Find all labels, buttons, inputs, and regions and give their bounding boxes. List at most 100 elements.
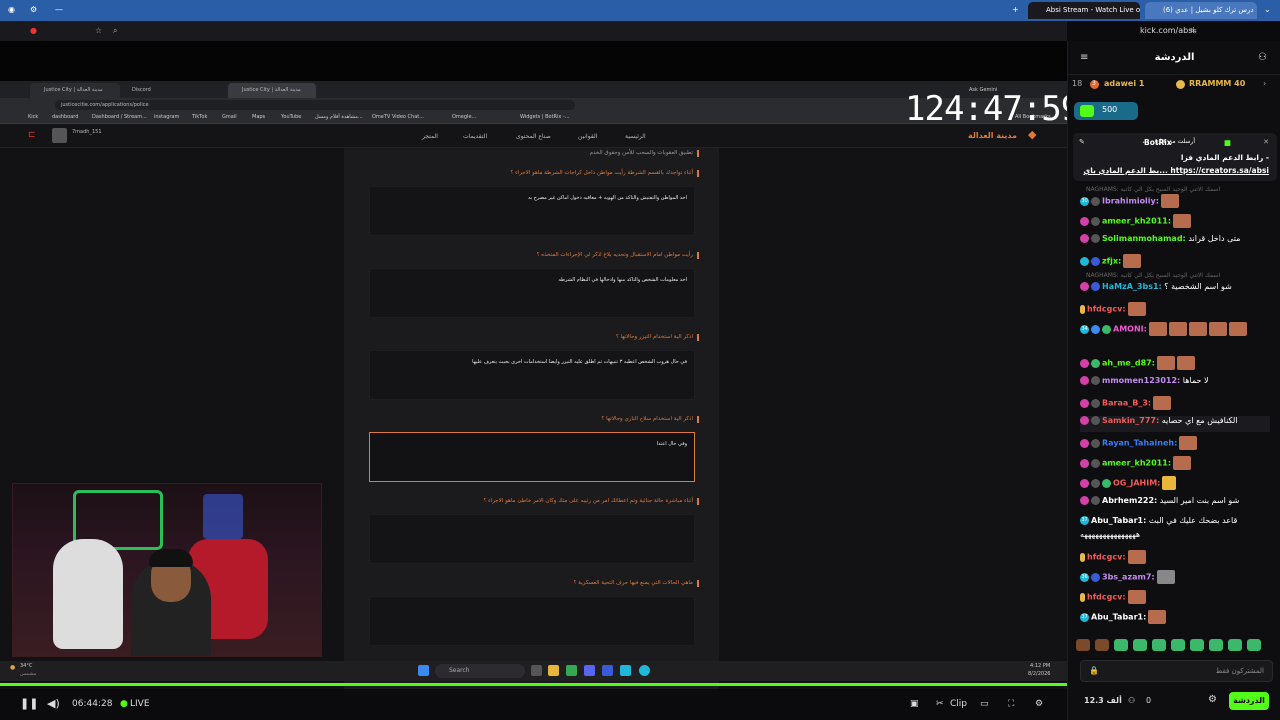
emote-button[interactable]	[1095, 639, 1109, 651]
tab-absi-stream[interactable]: Absi Stream - Watch Live o...	[1028, 2, 1140, 19]
chat-message[interactable]: Baraa_B_3:	[1080, 396, 1172, 412]
url-text[interactable]: kick.com/absi	[1140, 26, 1195, 35]
theater-icon[interactable]: ▭	[980, 699, 989, 709]
chat-message[interactable]: hfdcgcv:	[1080, 302, 1146, 318]
send-chat-button[interactable]: الدردشة	[1229, 692, 1269, 710]
nav-home[interactable]: الرئيسية	[625, 133, 646, 140]
bookmark-item[interactable]: YouTube	[281, 114, 301, 120]
inner-url-field[interactable]: justicecitie.com/applications/police	[55, 100, 575, 110]
inner-tab-discord[interactable]: Discord	[118, 83, 210, 98]
windows-start-icon[interactable]	[418, 665, 429, 676]
bookmark-item[interactable]: TikTok	[192, 114, 207, 120]
live-label[interactable]: LIVE	[130, 699, 150, 709]
nav-applications[interactable]: التقديمات	[463, 133, 487, 140]
bookmark-item[interactable]: مشاهدة أفلام ومسل...	[315, 114, 363, 120]
nav-creators[interactable]: صناع المحتوى	[516, 133, 551, 140]
bookmark-item[interactable]: Kick	[28, 114, 38, 120]
pip-icon[interactable]: ▣	[910, 699, 919, 709]
answer-field[interactable]: اخذ معلومات الشخص والتاكد منها وادخالها …	[369, 268, 695, 318]
inner-tab-justice-active[interactable]: Justice City | مدينة العدالة	[228, 83, 316, 98]
gift-counter[interactable]: 500	[1074, 102, 1138, 120]
tune-icon[interactable]: ⇆	[1190, 26, 1197, 35]
chat-message-hovered[interactable]: Samkin_777: الكنافيش مع اي حصايه	[1080, 416, 1270, 432]
fullscreen-icon[interactable]: ⛶	[1008, 699, 1014, 709]
app-icon[interactable]	[602, 665, 613, 676]
chat-message[interactable]: Rayan_Tahaineh:	[1080, 436, 1198, 452]
bookmark-item[interactable]: Omegle...	[452, 114, 476, 120]
bookmark-item[interactable]: Dashboard / Stream...	[92, 114, 147, 120]
bookmark-item[interactable]: Gmail	[222, 114, 237, 120]
chat-message[interactable]: Abrhem222: شو اسم بنت امير السيد	[1080, 496, 1239, 512]
emote-button[interactable]	[1190, 639, 1204, 651]
minimize-icon[interactable]: —	[55, 5, 63, 14]
chat-message[interactable]: 36 3bs_azam7:	[1080, 570, 1175, 586]
nav-store[interactable]: المتجر	[422, 133, 438, 140]
star-icon[interactable]: ☆	[95, 26, 102, 35]
answer-field[interactable]	[369, 596, 695, 646]
task-view-icon[interactable]	[531, 665, 542, 676]
new-tab-icon[interactable]: +	[1012, 5, 1019, 14]
emote-button[interactable]	[1247, 639, 1261, 651]
chat-message[interactable]: ameer_kh2011:	[1080, 456, 1192, 472]
edge-icon[interactable]	[639, 665, 650, 676]
app-icon[interactable]	[620, 665, 631, 676]
volume-icon[interactable]: ◀)	[47, 697, 60, 710]
chrome-icon[interactable]	[566, 665, 577, 676]
bookmark-item[interactable]: Maps	[252, 114, 265, 120]
answer-field[interactable]	[369, 514, 695, 564]
emote-button[interactable]	[1076, 639, 1090, 651]
logout-icon[interactable]: ⊏	[28, 130, 36, 140]
chat-message[interactable]: HaMzA_3bs1: شو اسم الشخصية ؟	[1080, 282, 1232, 298]
chat-input[interactable]: 🔒 المشتركون فقط	[1080, 660, 1273, 682]
avatar[interactable]	[52, 128, 67, 143]
chat-message[interactable]: ameer_kh2011:	[1080, 214, 1192, 230]
users-icon[interactable]: ⚇	[1258, 52, 1267, 63]
chat-message[interactable]: Solimanmohamad: متى داخل قراند	[1080, 234, 1240, 250]
answer-field-focused[interactable]: وفي حال اعتدا	[369, 432, 695, 482]
window-menu-icon[interactable]: ◉	[8, 5, 15, 14]
chat-message[interactable]: 30 Ibrahimioliy:	[1080, 194, 1179, 210]
next-icon[interactable]: ›	[1263, 79, 1266, 88]
file-explorer-icon[interactable]	[548, 665, 559, 676]
chat-message-continued[interactable]: هههههههههههههههه	[1080, 530, 1140, 546]
stream-progress-bar[interactable]	[0, 683, 1067, 686]
tab-list-icon[interactable]: ⌄	[1264, 5, 1271, 14]
answer-field[interactable]: اخذ المواطن والتفتيش والتاكد من الهويه +…	[369, 186, 695, 236]
emote-button[interactable]	[1114, 639, 1128, 651]
chat-message[interactable]: zfjx:	[1080, 254, 1142, 270]
chat-message[interactable]: OG_JAHIM:	[1080, 476, 1177, 492]
answer-field[interactable]: في حال هروب الشخص اعطيه ٣ تنبيهات ثم اطل…	[369, 350, 695, 400]
chat-message[interactable]: hfdcgcv:	[1080, 590, 1146, 606]
pinned-link[interactable]: https://creators.sa/absi ...بط الدعم الم…	[1083, 166, 1269, 175]
bookmark-item[interactable]: OmeTV Video Chat...	[372, 114, 424, 120]
emote-button[interactable]	[1209, 639, 1223, 651]
chat-message[interactable]: 37 Abu_Tabar1:	[1080, 610, 1167, 626]
site-logo[interactable]: مدينة العدالة	[968, 131, 1017, 140]
taskbar-search[interactable]: Search	[435, 664, 525, 678]
pause-icon[interactable]: ❚❚	[20, 697, 38, 710]
record-icon[interactable]: ⚙	[30, 5, 37, 14]
unpin-icon[interactable]: ✕	[1263, 138, 1269, 146]
search-icon[interactable]: ⌕	[113, 26, 117, 36]
tab-youtube[interactable]: (6) درس ترك كلو بشيل | عدي	[1145, 2, 1257, 19]
pinned-author[interactable]: BotRix	[1144, 138, 1172, 147]
top-gifter[interactable]: RRAMMM 40	[1189, 79, 1245, 88]
emote-button[interactable]	[1152, 639, 1166, 651]
chat-settings-icon[interactable]: ⚙	[1208, 694, 1217, 705]
bookmark-item[interactable]: Widgets | BotRix -...	[520, 114, 570, 120]
settings-icon[interactable]: ⚙	[1035, 699, 1043, 709]
pinned-message[interactable]: ✎ أرسلت من قبل · ■ BotRix - رابط الدعم ا…	[1073, 133, 1277, 181]
chat-message[interactable]: ah_me_d87:	[1080, 356, 1195, 372]
inner-tab-justice[interactable]: Justice City | مدينة العدالة	[30, 83, 120, 98]
bookmark-item[interactable]: instagram	[154, 114, 179, 120]
top-gifter[interactable]: adawei 1	[1104, 79, 1144, 88]
chat-message[interactable]: hfdcgcv:	[1080, 550, 1146, 566]
chat-message[interactable]: mmomen123012: لا حماها	[1080, 376, 1209, 392]
clip-button[interactable]: Clip	[950, 699, 967, 709]
username[interactable]: 7madh_151	[72, 129, 102, 135]
clip-icon[interactable]: ✂	[936, 699, 944, 709]
bookmark-item[interactable]: dashboard	[52, 114, 78, 120]
nav-laws[interactable]: القوانين	[578, 133, 597, 140]
chat-message[interactable]: 34 AMONI:	[1080, 322, 1247, 338]
discord-icon[interactable]	[584, 665, 595, 676]
